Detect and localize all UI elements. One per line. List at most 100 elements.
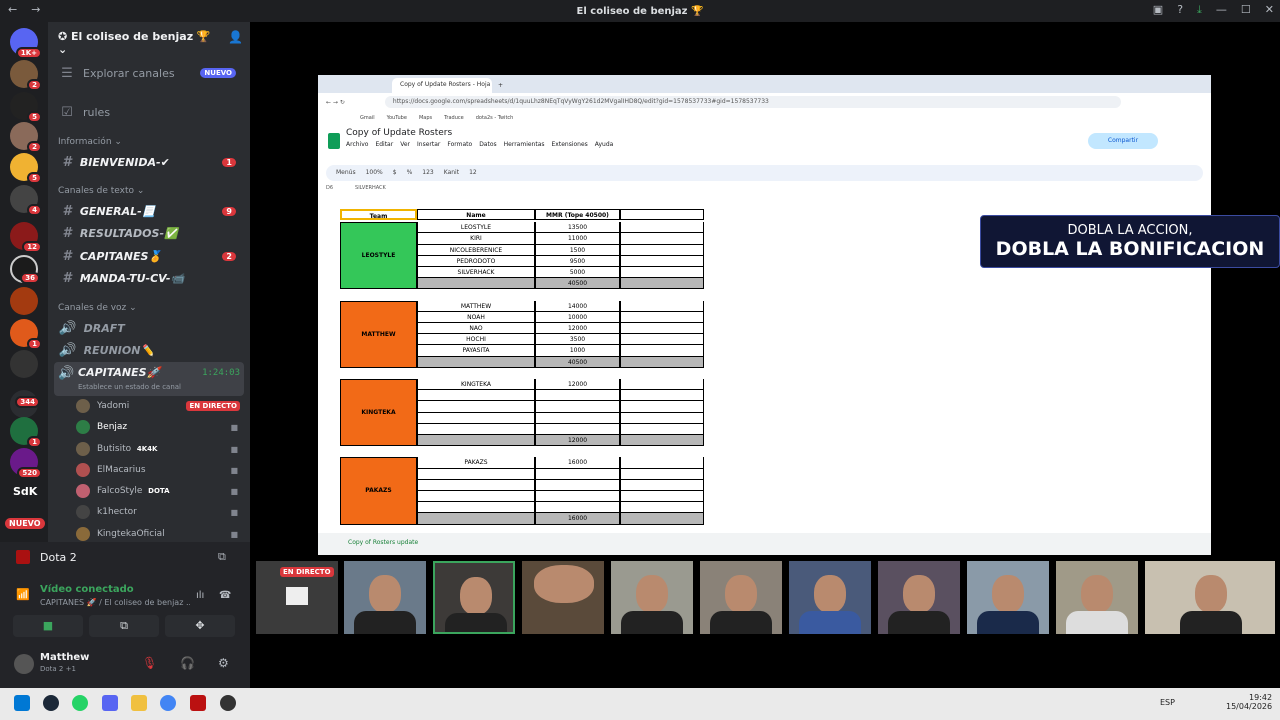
team-block[interactable]: KINGTEKA — [340, 379, 417, 447]
bookmark[interactable]: Traduce — [444, 115, 464, 121]
avatar[interactable] — [14, 654, 34, 674]
server-icon[interactable]: 5 — [10, 92, 42, 123]
stream-tile[interactable]: EN DIRECTO — [256, 561, 338, 634]
player-name-cell[interactable] — [417, 502, 535, 514]
player-mmr-cell[interactable] — [535, 479, 620, 491]
download-icon[interactable]: ⤓ — [1197, 3, 1202, 17]
explore-channels[interactable]: ☰ Explorar canales NUEVO — [58, 63, 244, 83]
maximize-button[interactable]: ☐ — [1241, 3, 1251, 17]
activities-button[interactable]: ✥ — [165, 615, 235, 637]
formula-input[interactable]: SILVERHACK — [355, 185, 386, 191]
server-icon[interactable]: 2 — [10, 122, 42, 153]
activity-game[interactable]: Dota 2 — [40, 551, 77, 564]
player-mmr-cell[interactable]: 12000 — [535, 323, 620, 335]
channel-rules[interactable]: ☑ rules — [58, 102, 244, 122]
empty-cell[interactable] — [620, 222, 704, 234]
voice-capitanes[interactable]: 🔊 CAPITANES🚀 1:24:03 Establece un estado… — [54, 362, 244, 396]
player-mmr-cell[interactable]: 16000 — [535, 457, 620, 469]
participant-tile[interactable] — [878, 561, 960, 634]
empty-cell[interactable] — [620, 479, 704, 491]
channel-manda-tu-cv[interactable]: # MANDA-TU-CV-📹 — [58, 268, 244, 288]
toolbar-item[interactable]: Menús — [336, 169, 356, 177]
player-name-cell[interactable] — [417, 491, 535, 503]
player-name-cell[interactable]: NAO — [417, 323, 535, 335]
player-mmr-cell[interactable] — [535, 502, 620, 514]
empty-cell[interactable] — [620, 300, 704, 312]
file-explorer-icon[interactable] — [131, 695, 147, 711]
channel-capitanes[interactable]: # CAPITANES🏅 2 — [58, 246, 244, 266]
channel-status[interactable]: Establece un estado de canal — [78, 383, 181, 391]
voice-channel-link[interactable]: CAPITANES 🚀 / El coliseo de benjaz ... — [40, 598, 190, 607]
server-icon[interactable] — [10, 350, 38, 378]
settings-gear-icon[interactable]: ⚙ — [218, 656, 229, 670]
server-icon[interactable]: 12 — [10, 222, 42, 253]
participant-tile[interactable] — [967, 561, 1049, 634]
team-total-cell[interactable]: 40500 — [535, 278, 620, 290]
noise-icon[interactable]: ılı — [196, 590, 204, 601]
server-icon[interactable]: 36 — [10, 255, 40, 284]
empty-cell[interactable] — [620, 278, 704, 290]
chrome-icon[interactable] — [160, 695, 176, 711]
player-mmr-cell[interactable] — [535, 401, 620, 413]
empty-cell[interactable] — [620, 401, 704, 413]
empty-cell[interactable] — [620, 311, 704, 323]
player-name-cell[interactable]: KINGTEKA — [417, 379, 535, 391]
url-field[interactable]: https://docs.google.com/spreadsheets/d/1… — [384, 96, 1121, 108]
browser-tab[interactable]: Copy of Update Rosters - Hoja — [392, 78, 492, 93]
player-name-cell[interactable]: MATTHEW — [417, 300, 535, 312]
cell-reference[interactable]: D6 — [326, 185, 333, 191]
channel-resultados[interactable]: # RESULTADOS-✅ — [58, 223, 244, 243]
minimize-button[interactable]: — — [1216, 3, 1227, 17]
player-mmr-cell[interactable] — [535, 491, 620, 503]
player-mmr-cell[interactable]: 10000 — [535, 311, 620, 323]
toolbar-item[interactable]: 100% — [366, 169, 383, 177]
mic-muted-icon[interactable]: 🎙 — [142, 656, 157, 670]
help-icon[interactable]: ? — [1177, 3, 1183, 17]
player-name-cell[interactable] — [417, 412, 535, 424]
language-indicator[interactable]: ESP — [1160, 698, 1175, 707]
empty-cell[interactable] — [620, 323, 704, 335]
voice-draft[interactable]: 🔊 DRAFT — [58, 318, 244, 338]
server-icon[interactable]: 4 — [10, 185, 42, 216]
player-mmr-cell[interactable]: 13500 — [535, 222, 620, 234]
participant-tile[interactable] — [611, 561, 693, 634]
windows-start-icon[interactable] — [14, 695, 30, 711]
back-arrow-icon[interactable]: ← → ↻ — [326, 99, 345, 106]
participant-tile[interactable] — [522, 561, 604, 634]
team-total-cell[interactable]: 40500 — [535, 356, 620, 368]
player-name-cell[interactable]: KIRI — [417, 233, 535, 245]
voice-user[interactable]: Butisito 4K4K ■ — [76, 440, 244, 458]
player-name-cell[interactable] — [417, 479, 535, 491]
empty-cell[interactable] — [620, 255, 704, 267]
category-voice[interactable]: Canales de voz ⌄ — [58, 303, 137, 313]
bookmark[interactable]: YouTube — [387, 115, 407, 121]
empty-cell[interactable] — [620, 435, 704, 447]
player-name-cell[interactable] — [417, 401, 535, 413]
player-name-cell[interactable]: PEDRODOTO — [417, 255, 535, 267]
channel-general[interactable]: # GENERAL-📃 9 — [58, 201, 244, 221]
toolbar-item[interactable]: 12 — [469, 169, 477, 177]
server-sdk[interactable]: SdK — [13, 485, 37, 498]
menu-item[interactable]: Herramientas — [504, 141, 545, 148]
header-cell[interactable]: MMR (Tope 40500) — [535, 209, 620, 221]
player-name-cell[interactable] — [417, 423, 535, 435]
voice-user[interactable]: FalcoStyle DOTA ■ — [76, 482, 244, 500]
dota-icon[interactable] — [190, 695, 206, 711]
player-name-cell[interactable]: HOCHI — [417, 334, 535, 346]
menu-item[interactable]: Ayuda — [595, 141, 614, 148]
sheet-tab[interactable]: Copy of Rosters update — [348, 539, 418, 546]
participant-tile[interactable] — [344, 561, 426, 634]
participant-tile[interactable] — [789, 561, 871, 634]
player-mmr-cell[interactable] — [535, 390, 620, 402]
category-text[interactable]: Canales de texto ⌄ — [58, 186, 144, 196]
server-icon[interactable]: 520 — [10, 448, 42, 479]
empty-cell[interactable] — [620, 457, 704, 469]
menu-item[interactable]: Datos — [479, 141, 496, 148]
participant-tile[interactable] — [433, 561, 515, 634]
menu-item[interactable]: Archivo — [346, 141, 368, 148]
menu-item[interactable]: Formato — [447, 141, 472, 148]
player-name-cell[interactable]: PAYASITA — [417, 345, 535, 357]
voice-user[interactable]: ElMacarius ■ — [76, 461, 244, 479]
player-mmr-cell[interactable]: 11000 — [535, 233, 620, 245]
channel-bienvenida[interactable]: # BIENVENIDA-✔ 1 — [58, 152, 244, 172]
